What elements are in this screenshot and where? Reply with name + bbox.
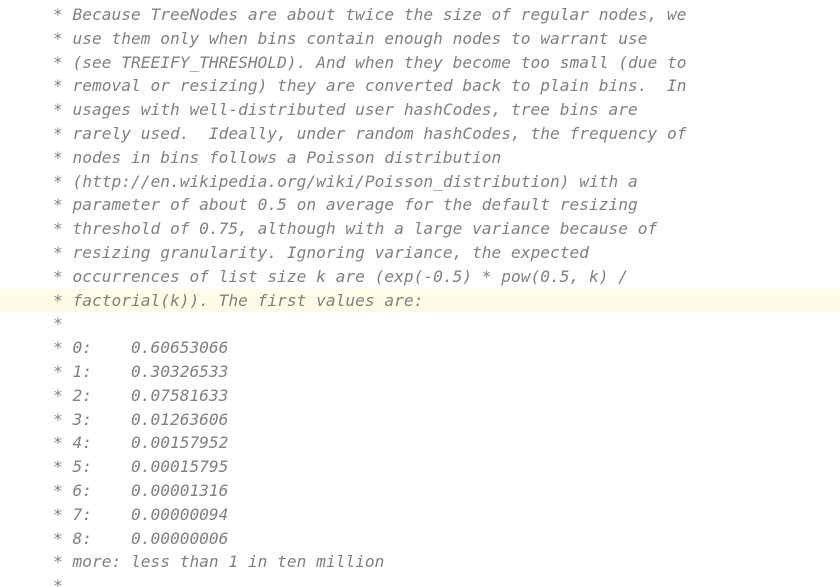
code-line[interactable]: * removal or resizing) they are converte…	[0, 74, 840, 98]
code-line-text: * resizing granularity. Ignoring varianc…	[53, 242, 590, 262]
code-line[interactable]: * 4: 0.00157952	[0, 431, 840, 455]
code-line[interactable]: * more: less than 1 in ten million	[0, 550, 840, 574]
code-line[interactable]: * 3: 0.01263606	[0, 408, 840, 432]
code-line[interactable]: * nodes in bins follows a Poisson distri…	[0, 146, 840, 170]
code-line[interactable]: * 5: 0.00015795	[0, 455, 840, 479]
code-editor[interactable]: * Because TreeNodes are about twice the …	[0, 0, 840, 587]
code-line[interactable]: *	[0, 312, 840, 336]
code-line[interactable]: * threshold of 0.75, although with a lar…	[0, 217, 840, 241]
code-line-text: *	[53, 314, 63, 334]
code-line-text: *	[53, 576, 63, 587]
code-line[interactable]: * rarely used. Ideally, under random has…	[0, 122, 840, 146]
code-line[interactable]: *	[0, 574, 840, 587]
code-line-text: * nodes in bins follows a Poisson distri…	[53, 147, 502, 167]
code-line-text: * more: less than 1 in ten million	[53, 552, 385, 572]
code-line[interactable]: * usages with well-distributed user hash…	[0, 98, 840, 122]
code-line[interactable]: * occurrences of list size k are (exp(-0…	[0, 265, 840, 289]
code-line-text: * 2: 0.07581633	[53, 385, 229, 405]
code-line-text: * 8: 0.00000006	[53, 528, 229, 548]
code-line[interactable]: * 8: 0.00000006	[0, 527, 840, 551]
code-line-text: * 0: 0.60653066	[53, 338, 229, 358]
code-line-text: * 4: 0.00157952	[53, 433, 229, 453]
code-line-text: * (see TREEIFY_THRESHOLD). And when they…	[53, 52, 687, 72]
code-line-active[interactable]: * factorial(k)). The first values are:	[0, 288, 840, 313]
code-line-text: * usages with well-distributed user hash…	[53, 100, 638, 120]
code-line[interactable]: * resizing granularity. Ignoring varianc…	[0, 241, 840, 265]
code-line-text: * parameter of about 0.5 on average for …	[53, 195, 638, 215]
code-line-text: * 3: 0.01263606	[53, 409, 229, 429]
code-line-text: * threshold of 0.75, although with a lar…	[53, 219, 658, 239]
code-line-text: * removal or resizing) they are converte…	[53, 76, 687, 96]
code-line-text: * 6: 0.00001316	[53, 480, 229, 500]
code-text-area[interactable]: * Because TreeNodes are about twice the …	[0, 3, 840, 587]
code-line[interactable]: * 7: 0.00000094	[0, 503, 840, 527]
code-line-text: * occurrences of list size k are (exp(-0…	[53, 266, 628, 286]
code-line[interactable]: * parameter of about 0.5 on average for …	[0, 193, 840, 217]
code-line[interactable]: * 0: 0.60653066	[0, 336, 840, 360]
code-line-text: * Because TreeNodes are about twice the …	[53, 5, 687, 24]
code-line[interactable]: * use them only when bins contain enough…	[0, 27, 840, 51]
code-line[interactable]: * 1: 0.30326533	[0, 360, 840, 384]
code-line-text: * (http://en.wikipedia.org/wiki/Poisson_…	[53, 171, 638, 191]
code-line-text: * 7: 0.00000094	[53, 504, 229, 524]
code-line-text: * 1: 0.30326533	[53, 361, 229, 381]
code-line-text: * 5: 0.00015795	[53, 457, 229, 477]
code-line[interactable]: * 2: 0.07581633	[0, 384, 840, 408]
code-line[interactable]: * (see TREEIFY_THRESHOLD). And when they…	[0, 51, 840, 75]
code-line[interactable]: * (http://en.wikipedia.org/wiki/Poisson_…	[0, 170, 840, 194]
code-line-text: * rarely used. Ideally, under random has…	[53, 123, 687, 143]
code-line[interactable]: * 6: 0.00001316	[0, 479, 840, 503]
code-line-text: * factorial(k)). The first values are:	[53, 290, 424, 310]
code-line[interactable]: * Because TreeNodes are about twice the …	[0, 3, 840, 27]
code-line-text: * use them only when bins contain enough…	[53, 28, 648, 48]
